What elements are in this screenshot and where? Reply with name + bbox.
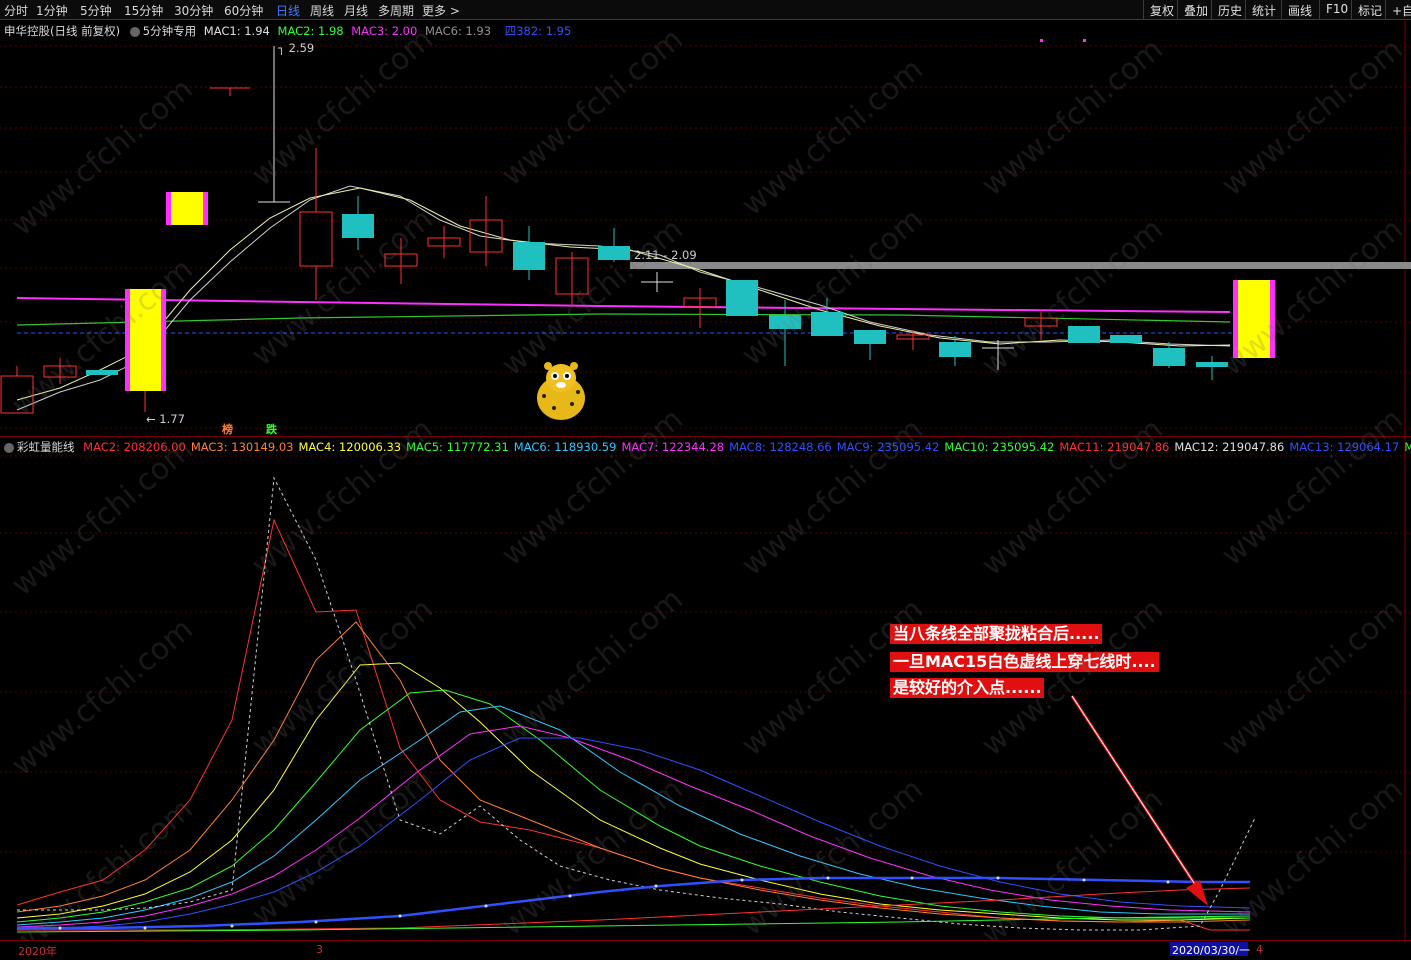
axis-month-label: 3 [316,943,323,956]
tag-rank[interactable]: 榜 [222,421,233,437]
annotation-line-3: 是较好的介入点...... [890,678,1045,698]
leopard-mascot-icon [532,358,590,422]
low-price-label: ← 1.77 [146,412,185,426]
cursor-date-box: 2020/03/30/一 [1170,942,1251,957]
axis-next-month-label: 4 [1256,943,1263,956]
annotation-line-1: 当八条线全部聚拢粘合后..... [890,624,1103,644]
tag-drop[interactable]: 跌 [266,421,277,437]
high-price-label: ┐ 2.59 [278,41,315,55]
price-band [630,262,1411,269]
chart-canvas [0,20,1411,940]
axis-year-label: 2020年 [18,945,57,958]
